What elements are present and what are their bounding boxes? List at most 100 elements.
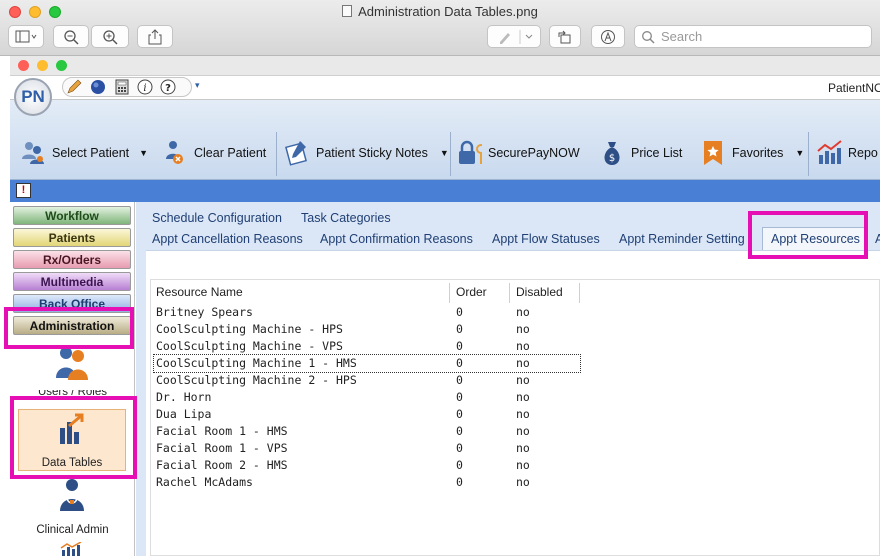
table-row[interactable]: Facial Room 2 - HMS 0 no [154, 457, 580, 474]
pen-icon [500, 29, 533, 44]
highlight-appt-resources [748, 211, 868, 259]
securepay-button[interactable]: SecurePayNOW [456, 136, 580, 170]
help-icon[interactable]: ? [160, 79, 176, 95]
app-minimize-button[interactable] [37, 60, 48, 71]
tab-task-categories[interactable]: Task Categories [301, 211, 391, 225]
pencil-icon[interactable] [66, 79, 82, 95]
clear-patient-button[interactable]: Clear Patient [162, 136, 266, 170]
sidebar-icon [15, 30, 37, 42]
cell-resource-name: CoolSculpting Machine 2 - HPS [156, 373, 357, 387]
share-button[interactable] [137, 25, 173, 48]
cell-order: 0 [456, 356, 463, 370]
select-patient-dropdown-icon[interactable]: ▼ [139, 148, 148, 158]
annotate-button[interactable] [591, 25, 625, 48]
info-icon[interactable]: i [137, 79, 153, 95]
preview-titlebar: Administration Data Tables.png Search [0, 0, 880, 56]
sidebar-toggle-button[interactable] [8, 25, 44, 48]
nav-tab-rx-orders[interactable]: Rx/Orders [13, 250, 131, 269]
app-header-text: PatientNO [828, 81, 880, 95]
reports-chart-icon [817, 140, 842, 164]
globe-icon[interactable] [90, 79, 106, 95]
zoom-out-button[interactable] [53, 25, 89, 48]
select-patient-icon [22, 142, 44, 164]
quick-access-toolbar: PN i ? ▾ PatientNO [10, 76, 880, 116]
cell-order: 0 [456, 441, 463, 455]
reports-button[interactable]: Repo [816, 136, 878, 170]
cell-resource-name: Dr. Horn [156, 390, 212, 404]
markup-button[interactable] [487, 25, 541, 48]
cell-order: 0 [456, 458, 463, 472]
cell-resource-name: Facial Room 2 - HMS [156, 458, 288, 472]
cell-disabled: no [516, 458, 530, 472]
clinical-admin-icon [60, 479, 84, 511]
tab-schedule-configuration[interactable]: Schedule Configuration [152, 211, 282, 225]
cell-disabled: no [516, 390, 530, 404]
cell-order: 0 [456, 390, 463, 404]
cell-resource-name: CoolSculpting Machine - HPS [156, 322, 343, 336]
app-close-button[interactable] [18, 60, 29, 71]
rotate-button[interactable] [549, 25, 581, 48]
table-row[interactable]: CoolSculpting Machine - HPS 0 no [154, 321, 580, 338]
table-row[interactable]: CoolSculpting Machine 2 - HPS 0 no [154, 372, 580, 389]
column-header-resource-name[interactable]: Resource Name [150, 283, 450, 303]
annotate-icon [601, 29, 615, 44]
tab-appt-reminder-setting[interactable]: Appt Reminder Setting [619, 232, 745, 246]
exclamation-icon[interactable]: ! [16, 183, 31, 198]
cell-resource-name: Dua Lipa [156, 407, 212, 421]
sticky-notes-dropdown-icon[interactable]: ▼ [440, 148, 449, 158]
cell-disabled: no [516, 424, 530, 438]
table-row[interactable]: Britney Spears 0 no [154, 304, 580, 321]
app-titlebar [10, 56, 880, 76]
lock-key-icon [459, 140, 482, 164]
clinical-admin-label[interactable]: Clinical Admin [10, 524, 135, 536]
favorites-dropdown-icon[interactable]: ▼ [795, 148, 804, 158]
table-row[interactable]: Rachel McAdams 0 no [154, 474, 580, 491]
sticky-notes-label: Patient Sticky Notes [316, 146, 428, 160]
cell-resource-name: CoolSculpting Machine 1 - HMS [156, 356, 357, 370]
nav-tab-multimedia[interactable]: Multimedia [13, 272, 131, 291]
zoom-in-icon [103, 29, 118, 45]
analytics-icon[interactable] [58, 542, 88, 556]
cell-disabled: no [516, 305, 530, 319]
clear-patient-label: Clear Patient [194, 146, 267, 160]
cell-order: 0 [456, 339, 463, 353]
tab-appt-confirmation-reasons[interactable]: Appt Confirmation Reasons [320, 232, 473, 246]
table-row[interactable]: Dr. Horn 0 no [154, 389, 580, 406]
search-field[interactable]: Search [634, 25, 872, 48]
tab-appt-flow-statuses[interactable]: Appt Flow Statuses [492, 232, 600, 246]
calculator-icon[interactable] [114, 79, 130, 95]
search-icon [642, 30, 655, 44]
column-header-order[interactable]: Order [450, 283, 510, 303]
price-list-label: Price List [631, 146, 683, 160]
alert-bar: ! [10, 180, 880, 202]
ribbon-separator [276, 132, 277, 176]
sticky-notes-button[interactable]: Patient Sticky Notes ▼ [284, 136, 449, 170]
zoom-in-button[interactable] [91, 25, 129, 48]
cell-resource-name: CoolSculpting Machine - VPS [156, 339, 343, 353]
cell-order: 0 [456, 305, 463, 319]
customize-dropdown-icon[interactable]: ▾ [195, 80, 200, 91]
users-roles-icon [56, 347, 88, 380]
nav-tab-workflow[interactable]: Workflow [13, 206, 131, 225]
column-header-disabled[interactable]: Disabled [510, 283, 580, 303]
nav-tab-patients[interactable]: Patients [13, 228, 131, 247]
cell-disabled: no [516, 356, 530, 370]
tab-overflow[interactable]: A [875, 232, 880, 246]
sticky-note-icon [285, 141, 307, 166]
tab-appt-cancellation-reasons[interactable]: Appt Cancellation Reasons [152, 232, 303, 246]
favorites-button[interactable]: Favorites ▼ [700, 136, 804, 170]
table-row[interactable]: Facial Room 1 - VPS 0 no [154, 440, 580, 457]
cell-resource-name: Facial Room 1 - VPS [156, 441, 288, 455]
table-row[interactable]: CoolSculpting Machine - VPS 0 no [154, 338, 580, 355]
select-patient-button[interactable]: Select Patient ▼ [20, 136, 148, 170]
table-row[interactable]: Dua Lipa 0 no [154, 406, 580, 423]
cell-disabled: no [516, 373, 530, 387]
table-row[interactable]: CoolSculpting Machine 1 - HMS 0 no [153, 354, 581, 373]
cell-disabled: no [516, 407, 530, 421]
app-zoom-button[interactable] [56, 60, 67, 71]
svg-text:$: $ [609, 153, 615, 164]
app-logo[interactable]: PN [14, 78, 52, 116]
cell-order: 0 [456, 475, 463, 489]
price-list-button[interactable]: $ Price List [599, 136, 682, 170]
table-row[interactable]: Facial Room 1 - HMS 0 no [154, 423, 580, 440]
